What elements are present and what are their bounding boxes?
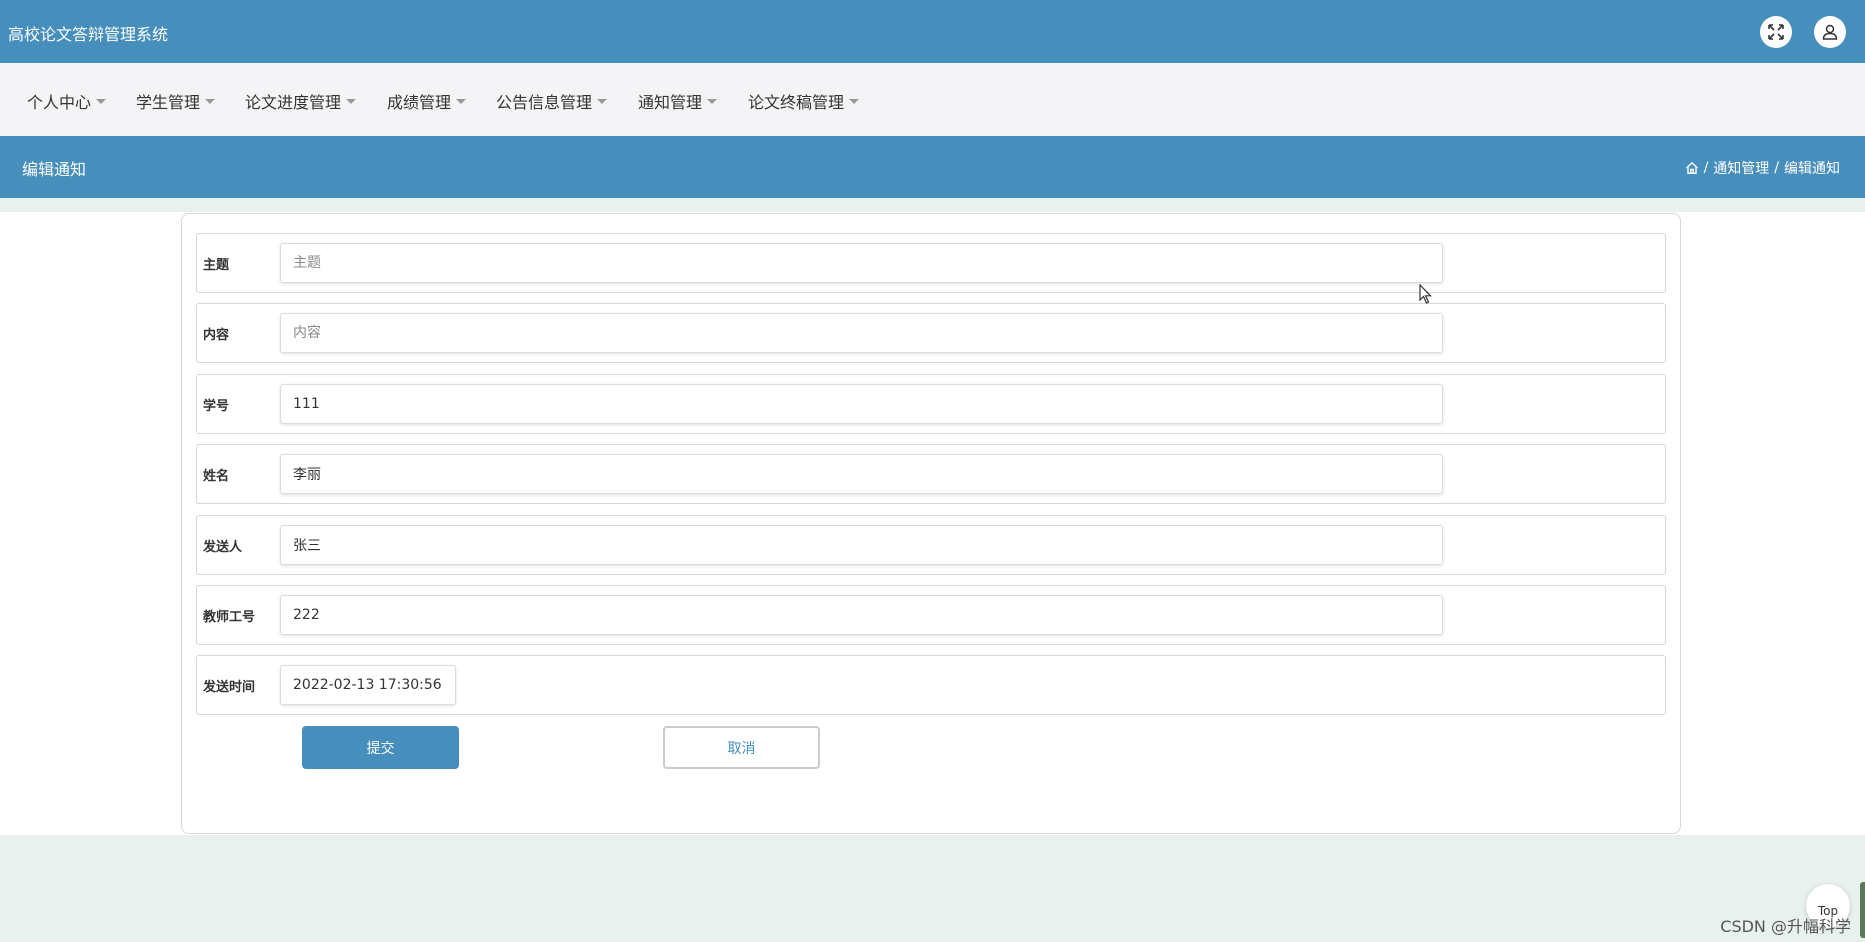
top-bar: 高校论文答辩管理系统 (0, 0, 1865, 63)
teacher-id-input[interactable] (280, 595, 1443, 635)
watermark-text: CSDN @升幅科学 (1720, 917, 1851, 936)
nav-item-thesis-progress[interactable]: 论文进度管理 (245, 89, 357, 113)
breadcrumb-item[interactable]: 通知管理 (1713, 158, 1769, 178)
nav-item-label: 论文进度管理 (245, 93, 342, 112)
breadcrumb-separator: / (1774, 160, 1779, 176)
nav-item-label: 成绩管理 (387, 93, 452, 112)
nav-item-personal-center[interactable]: 个人中心 (27, 89, 107, 113)
send-time-label: 发送时间 (203, 680, 256, 695)
nav-item-label: 论文终稿管理 (748, 93, 845, 112)
form-row-name: 姓名 (196, 444, 1666, 504)
user-icon (1822, 24, 1838, 40)
scrollbar-thumb[interactable] (1860, 882, 1865, 938)
nav-item-label: 学生管理 (136, 93, 201, 112)
nav-item-notification[interactable]: 通知管理 (638, 89, 718, 113)
caret-down-icon (205, 99, 216, 104)
form-row-send-time: 发送时间 (196, 655, 1666, 715)
nav-item-student-management[interactable]: 学生管理 (136, 89, 216, 113)
content-label: 内容 (203, 328, 230, 343)
breadcrumb-home[interactable] (1685, 161, 1699, 175)
cancel-button[interactable]: 取消 (663, 726, 820, 769)
user-menu-button[interactable] (1814, 16, 1846, 48)
teacher-id-label: 教师工号 (203, 610, 256, 625)
send-time-input[interactable] (280, 665, 456, 705)
name-input[interactable] (280, 454, 1443, 494)
name-label: 姓名 (203, 469, 230, 484)
caret-down-icon (597, 99, 608, 104)
form-row-subject: 主题 (196, 233, 1666, 293)
submit-button[interactable]: 提交 (302, 726, 459, 769)
breadcrumb: / 通知管理 / 编辑通知 (1685, 158, 1840, 178)
fullscreen-button[interactable] (1760, 16, 1792, 48)
student-id-input[interactable] (280, 384, 1443, 424)
fullscreen-icon (1768, 24, 1784, 40)
sender-label: 发送人 (203, 540, 243, 555)
caret-down-icon (96, 99, 107, 104)
form-row-content: 内容 (196, 303, 1666, 363)
content-input[interactable] (280, 313, 1443, 353)
page-header: 编辑通知 / 通知管理 / 编辑通知 (0, 136, 1865, 198)
main-nav: 个人中心 学生管理 论文进度管理 成绩管理 公告信息管理 通知管理 论文终稿管理 (0, 63, 1865, 136)
subject-label: 主题 (203, 258, 230, 273)
home-icon (1685, 161, 1698, 174)
nav-item-label: 公告信息管理 (496, 93, 593, 112)
page-title: 编辑通知 (22, 160, 87, 179)
subject-input[interactable] (280, 243, 1443, 283)
mouse-cursor-icon (1419, 284, 1432, 304)
caret-down-icon (849, 99, 860, 104)
nav-item-announcement[interactable]: 公告信息管理 (496, 89, 608, 113)
form-row-student-id: 学号 (196, 374, 1666, 434)
student-id-label: 学号 (203, 399, 230, 414)
nav-item-final-thesis[interactable]: 论文终稿管理 (748, 89, 860, 113)
form-row-teacher-id: 教师工号 (196, 585, 1666, 645)
caret-down-icon (456, 99, 467, 104)
app-title: 高校论文答辩管理系统 (8, 25, 169, 44)
caret-down-icon (707, 99, 718, 104)
nav-item-label: 个人中心 (27, 93, 92, 112)
caret-down-icon (346, 99, 357, 104)
sender-input[interactable] (280, 525, 1443, 565)
nav-item-label: 通知管理 (638, 93, 703, 112)
form-row-sender: 发送人 (196, 515, 1666, 575)
breadcrumb-item-current: 编辑通知 (1784, 161, 1840, 177)
nav-item-grade-management[interactable]: 成绩管理 (387, 89, 467, 113)
breadcrumb-separator: / (1703, 160, 1709, 176)
